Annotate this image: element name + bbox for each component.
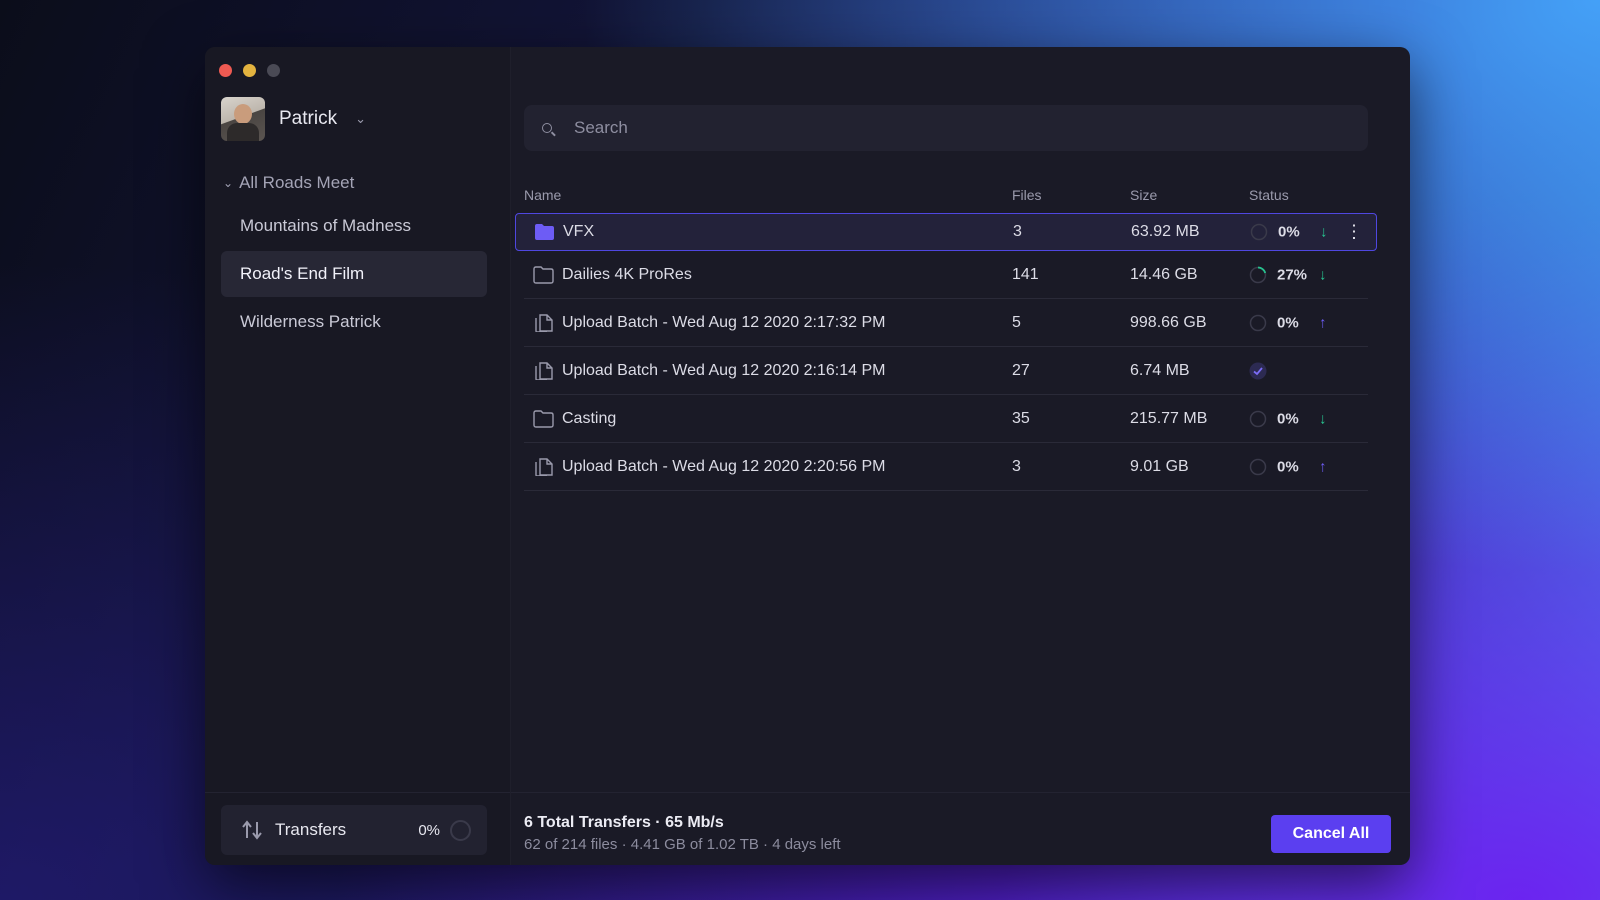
sidebar-item-roads-end-film[interactable]: Road's End Film: [221, 251, 487, 297]
progress-ring-icon: [1250, 223, 1268, 241]
transfer-summary-title: 6 Total Transfers · 65 Mb/s: [524, 814, 724, 831]
upload-arrow-icon: ↑: [1319, 314, 1327, 331]
minimize-window-button[interactable]: [243, 64, 256, 77]
more-options-icon[interactable]: ⋮: [1345, 222, 1363, 243]
row-files: 3: [1012, 457, 1021, 475]
column-header-files[interactable]: Files: [1012, 187, 1042, 203]
transfer-summary: 6 Total Transfers · 65 Mb/s 62 of 214 fi…: [524, 814, 841, 853]
progress-ring-icon: [1249, 314, 1267, 331]
sidebar: Patrick ⌄ ⌄ All Roads Meet Mountains of …: [205, 47, 511, 865]
column-header-size[interactable]: Size: [1130, 187, 1157, 203]
table-row[interactable]: VFX 3 63.92 MB 0% ↓ ⋮: [515, 213, 1377, 251]
search-placeholder: Search: [574, 118, 628, 137]
transfer-list: VFX 3 63.92 MB 0% ↓ ⋮ Dailies 4K ProRes …: [515, 213, 1377, 491]
row-files: 27: [1012, 361, 1030, 379]
row-percent: 0%: [1277, 314, 1299, 331]
row-name: Dailies 4K ProRes: [562, 265, 692, 283]
cancel-all-button[interactable]: Cancel All: [1271, 815, 1391, 853]
row-name: Upload Batch - Wed Aug 12 2020 2:17:32 P…: [562, 313, 886, 331]
table-row[interactable]: Upload Batch - Wed Aug 12 2020 2:20:56 P…: [524, 443, 1368, 491]
download-arrow-icon: ↓: [1319, 266, 1327, 283]
transfers-percent: 0%: [418, 821, 440, 839]
sidebar-item-label: Mountains of Madness: [240, 216, 412, 235]
avatar: [221, 97, 265, 141]
divider: [205, 792, 510, 793]
table-row[interactable]: Casting 35 215.77 MB 0% ↓: [524, 395, 1368, 443]
complete-check-icon: [1249, 362, 1267, 379]
row-size: 6.74 MB: [1130, 361, 1190, 379]
main-panel: Search Name Files Size Status VFX 3 63.9…: [511, 47, 1410, 865]
document-icon: [535, 457, 553, 476]
download-arrow-icon: ↓: [1320, 223, 1328, 241]
sidebar-item-mountains-of-madness[interactable]: Mountains of Madness: [221, 203, 487, 249]
upload-arrow-icon: ↑: [1319, 458, 1327, 475]
row-size: 998.66 GB: [1130, 313, 1207, 331]
zoom-window-button[interactable]: [267, 64, 280, 77]
row-size: 9.01 GB: [1130, 457, 1189, 475]
transfer-arrows-icon: [242, 820, 262, 840]
row-percent: 27%: [1277, 266, 1308, 283]
table-row[interactable]: Dailies 4K ProRes 141 14.46 GB 27% ↓: [524, 251, 1368, 299]
row-files: 35: [1012, 409, 1030, 427]
table-row[interactable]: Upload Batch - Wed Aug 12 2020 2:17:32 P…: [524, 299, 1368, 347]
row-percent: 0%: [1277, 458, 1299, 475]
row-files: 3: [1013, 223, 1022, 240]
window-controls: [219, 64, 280, 77]
sidebar-item-label: Wilderness Patrick: [240, 312, 381, 331]
row-name: VFX: [563, 223, 595, 240]
search-icon: [542, 123, 552, 133]
close-window-button[interactable]: [219, 64, 232, 77]
transfers-button[interactable]: Transfers 0%: [221, 805, 487, 855]
column-header-status[interactable]: Status: [1249, 187, 1289, 203]
chevron-down-icon: ⌄: [355, 111, 366, 126]
sidebar-item-label: Road's End Film: [240, 264, 365, 283]
row-name: Casting: [562, 409, 617, 427]
user-name: Patrick: [279, 108, 338, 129]
progress-ring-icon: [1249, 410, 1267, 427]
row-size: 215.77 MB: [1130, 409, 1208, 427]
project-group-label: All Roads Meet: [239, 173, 355, 192]
row-files: 141: [1012, 265, 1039, 283]
download-arrow-icon: ↓: [1319, 410, 1327, 427]
transfers-label: Transfers: [275, 820, 347, 839]
table-row[interactable]: Upload Batch - Wed Aug 12 2020 2:16:14 P…: [524, 347, 1368, 395]
folder-filled-icon: [535, 224, 554, 240]
project-group-toggle[interactable]: ⌄ All Roads Meet: [223, 173, 354, 193]
row-percent: 0%: [1278, 223, 1300, 241]
row-percent: 0%: [1277, 410, 1299, 427]
row-name: Upload Batch - Wed Aug 12 2020 2:16:14 P…: [562, 361, 886, 379]
row-size: 63.92 MB: [1131, 223, 1200, 240]
app-window: Patrick ⌄ ⌄ All Roads Meet Mountains of …: [205, 47, 1410, 865]
progress-ring-icon: [1249, 458, 1267, 475]
account-switcher[interactable]: Patrick ⌄: [221, 97, 366, 141]
column-header-name[interactable]: Name: [524, 187, 561, 203]
table-header: Name Files Size Status: [524, 187, 1368, 211]
row-name: Upload Batch - Wed Aug 12 2020 2:20:56 P…: [562, 457, 886, 475]
chevron-down-icon: ⌄: [223, 176, 234, 190]
folder-icon: [533, 409, 554, 428]
folder-icon: [533, 265, 554, 284]
search-input[interactable]: Search: [524, 105, 1368, 151]
divider: [511, 792, 1410, 793]
row-files: 5: [1012, 313, 1021, 331]
sidebar-item-wilderness-patrick[interactable]: Wilderness Patrick: [221, 299, 487, 345]
progress-ring-icon: [1249, 266, 1267, 283]
progress-ring-icon: [450, 819, 471, 841]
row-size: 14.46 GB: [1130, 265, 1198, 283]
document-icon: [535, 361, 553, 380]
document-icon: [535, 313, 553, 332]
transfer-summary-detail: 62 of 214 files · 4.41 GB of 1.02 TB · 4…: [524, 836, 841, 853]
